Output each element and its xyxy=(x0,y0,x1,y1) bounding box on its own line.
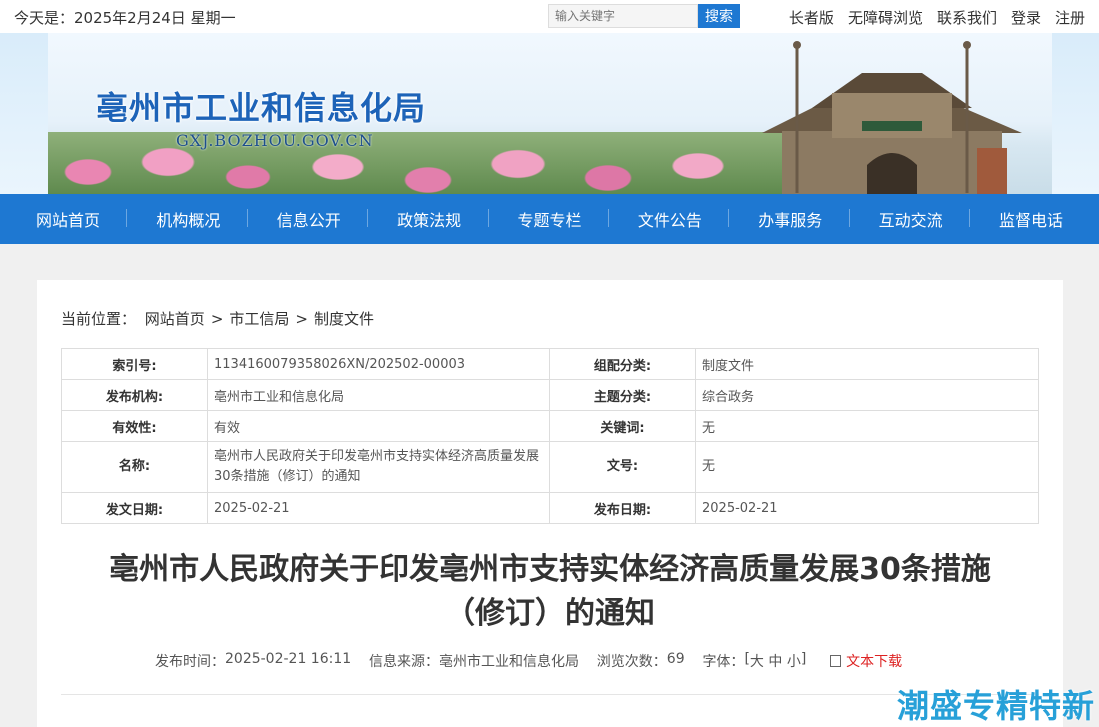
meta-key: 有效性: xyxy=(61,410,208,442)
elder-version-link[interactable]: 长者版 xyxy=(789,7,834,28)
register-link[interactable]: 注册 xyxy=(1055,7,1085,28)
site-title: 亳州市工业和信息化局 xyxy=(96,89,427,127)
article-info-bar: 发布时间： 2025-02-21 16:11 信息来源： 亳州市工业和信息化局 … xyxy=(155,651,902,671)
font-large-button[interactable]: 大 xyxy=(750,651,764,671)
font-medium-button[interactable]: 中 xyxy=(768,651,782,671)
breadcrumb-documents[interactable]: 制度文件 xyxy=(314,310,374,328)
document-meta-table: 索引号: 1134160079358026XN/202502-00003 组配分… xyxy=(61,348,1039,524)
meta-value: 1134160079358026XN/202502-00003 xyxy=(207,348,550,380)
meta-value: 亳州市工业和信息化局 xyxy=(207,379,550,411)
site-domain: GXJ.BOZHOU.GOV.CN xyxy=(176,131,374,150)
contact-us-link[interactable]: 联系我们 xyxy=(937,7,997,28)
meta-key: 主题分类: xyxy=(549,379,696,411)
meta-value: 2025-02-21 xyxy=(695,492,1039,524)
source-label: 信息来源： xyxy=(368,654,439,670)
article-title: 亳州市人民政府关于印发亳州市支持实体经济高质量发展30条措施 （修订）的通知 xyxy=(37,548,1063,636)
login-link[interactable]: 登录 xyxy=(1011,7,1041,28)
meta-key: 索引号: xyxy=(61,348,208,380)
source-value: 亳州市工业和信息化局 xyxy=(438,654,579,670)
nav-home[interactable]: 网站首页 xyxy=(8,207,128,231)
search-input[interactable] xyxy=(548,4,698,28)
font-small-button[interactable]: 小 xyxy=(787,651,801,671)
table-row: 名称: 亳州市人民政府关于印发亳州市支持实体经济高质量发展30条措施（修订）的通… xyxy=(61,441,1039,493)
meta-value: 无 xyxy=(695,441,1039,493)
meta-value: 2025-02-21 xyxy=(207,492,550,524)
table-row: 发文日期: 2025-02-21 发布日期: 2025-02-21 xyxy=(61,492,1039,524)
meta-value: 亳州市人民政府关于印发亳州市支持实体经济高质量发展30条措施（修订）的通知 xyxy=(207,441,550,493)
nav-interaction[interactable]: 互动交流 xyxy=(848,207,971,231)
top-links: 长者版 无障碍浏览 联系我们 登录 注册 xyxy=(789,7,1085,28)
divider xyxy=(61,694,1039,695)
nav-supervision-phone[interactable]: 监督电话 xyxy=(969,207,1091,231)
breadcrumb-bureau[interactable]: 市工信局 xyxy=(229,310,289,328)
breadcrumb-label: 当前位置： xyxy=(61,310,137,328)
accessibility-link[interactable]: 无障碍浏览 xyxy=(848,7,923,28)
print-icon xyxy=(830,655,842,667)
date-text: 今天是：2025年2月24日 星期一 xyxy=(14,9,236,27)
table-row: 发布机构: 亳州市工业和信息化局 主题分类: 综合政务 xyxy=(61,379,1039,411)
banner: 亳州市工业和信息化局 GXJ.BOZHOU.GOV.CN xyxy=(0,33,1099,194)
meta-key: 组配分类: xyxy=(549,348,696,380)
meta-key: 关键词: xyxy=(549,410,696,442)
views-label: 浏览次数： xyxy=(596,654,667,670)
meta-key: 发布机构: xyxy=(61,379,208,411)
nav-info-disclosure[interactable]: 信息公开 xyxy=(246,207,369,231)
watermark-text: 潮盛专精特新 xyxy=(896,687,1095,725)
meta-key: 文号: xyxy=(549,441,696,493)
font-size-label: 字体： xyxy=(702,654,745,670)
nav-policies[interactable]: 政策法规 xyxy=(367,207,489,231)
meta-value: 综合政务 xyxy=(695,379,1039,411)
views-count: 69 xyxy=(666,651,685,667)
breadcrumb-sep: > xyxy=(210,310,224,328)
article-title-line: 亳州市人民政府关于印发亳州市支持实体经济高质量发展30条措施 xyxy=(109,552,991,587)
main-nav: 网站首页 机构概况 信息公开 政策法规 专题专栏 文件公告 办事服务 互动交流 … xyxy=(0,194,1099,244)
top-bar: 今天是：2025年2月24日 星期一 搜索 长者版 无障碍浏览 联系我们 登录 … xyxy=(0,0,1099,33)
meta-value: 无 xyxy=(695,410,1039,442)
breadcrumb-sep: > xyxy=(295,310,308,328)
banner-image: 亳州市工业和信息化局 GXJ.BOZHOU.GOV.CN xyxy=(48,33,1052,194)
nav-special-topics[interactable]: 专题专栏 xyxy=(487,207,610,231)
publish-time: 2025-02-21 16:11 xyxy=(225,651,352,667)
nav-services[interactable]: 办事服务 xyxy=(728,207,850,231)
breadcrumb: 当前位置： 网站首页 > 市工信局 > 制度文件 xyxy=(61,308,374,329)
nav-announcements[interactable]: 文件公告 xyxy=(607,207,730,231)
search-button[interactable]: 搜索 xyxy=(698,4,740,28)
meta-key: 发文日期: xyxy=(61,492,208,524)
breadcrumb-home[interactable]: 网站首页 xyxy=(145,310,205,328)
content-card: 当前位置： 网站首页 > 市工信局 > 制度文件 索引号: 11341600793580… xyxy=(37,280,1063,727)
text-download-link[interactable]: 文本下载 xyxy=(830,651,902,671)
ancient-building-image xyxy=(762,41,1022,194)
article-title-line: （修订）的通知 xyxy=(445,596,655,631)
table-row: 索引号: 1134160079358026XN/202502-00003 组配分… xyxy=(61,348,1039,380)
peony-flowers-image xyxy=(48,132,808,194)
text-download-label: 文本下载 xyxy=(846,654,903,670)
meta-key: 发布日期: xyxy=(549,492,696,524)
publish-time-label: 发布时间： xyxy=(155,654,225,670)
meta-value: 制度文件 xyxy=(695,348,1039,380)
meta-value: 有效 xyxy=(207,410,550,442)
meta-key: 名称: xyxy=(61,441,208,493)
table-row: 有效性: 有效 关键词: 无 xyxy=(61,410,1039,442)
nav-org-overview[interactable]: 机构概况 xyxy=(126,207,248,231)
